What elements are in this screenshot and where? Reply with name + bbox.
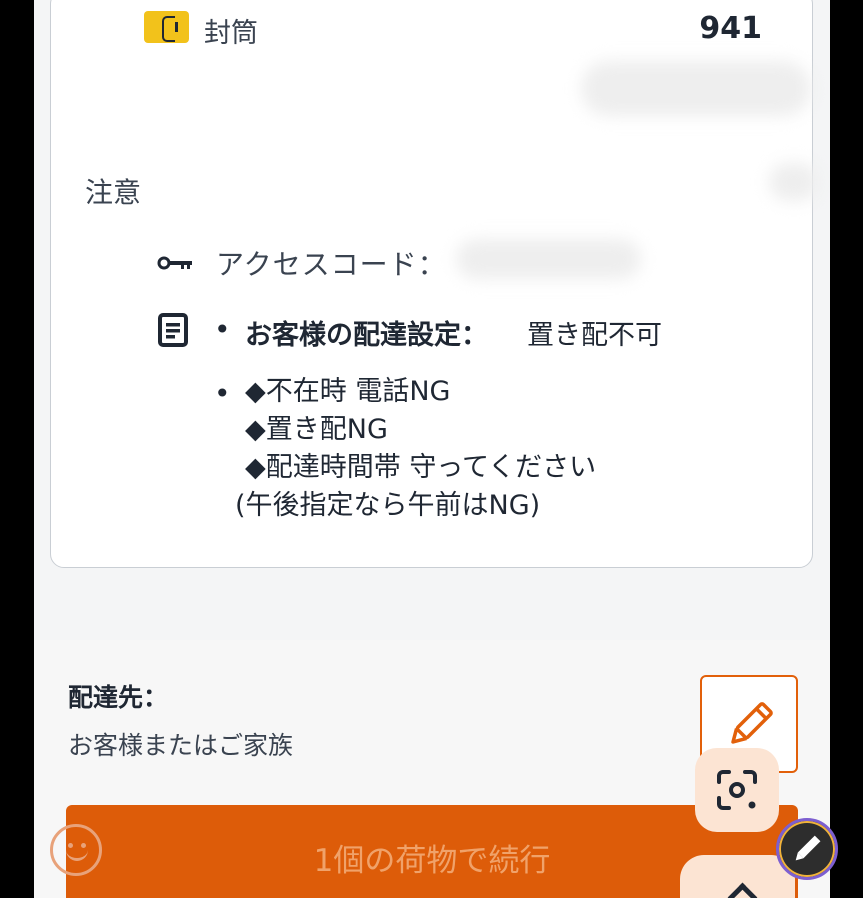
customer-note-line: (午後指定なら午前はNG) — [235, 490, 541, 521]
envelope-icon — [144, 11, 189, 43]
customer-note-line: ◆不在時 電話NG — [245, 376, 451, 407]
edit-overlay-button[interactable] — [776, 818, 838, 880]
customer-note-line: ◆置き配NG — [245, 414, 388, 445]
redacted-access-code — [456, 239, 641, 279]
smiley-mouth — [66, 849, 88, 861]
smiley-eye — [68, 843, 73, 848]
delivery-pref-value: 置き配不可 — [527, 320, 662, 351]
pencil-icon — [731, 702, 773, 744]
redacted-smudge — [581, 61, 811, 116]
destination-label: 配達先： — [68, 683, 169, 712]
destination-value: お客様またはご家族 — [68, 731, 294, 760]
pencil-icon — [795, 835, 821, 861]
delivery-pref-label: お客様の配達設定： — [245, 320, 488, 351]
redacted-smudge — [769, 163, 819, 201]
smiley-eye — [81, 843, 86, 848]
note-icon — [158, 313, 188, 347]
package-count: 941 — [699, 11, 762, 46]
customer-notes: ◆不在時 電話NG ◆置き配NG ◆配達時間帯 守ってください (午後指定なら午… — [235, 373, 597, 525]
key-icon — [157, 256, 192, 270]
bullet: • — [214, 377, 231, 410]
smiley-icon[interactable] — [50, 824, 102, 876]
package-type-label: 封筒 — [204, 18, 258, 49]
bullet: • — [214, 313, 231, 346]
package-detail-card: 封筒 941 注意 アクセスコード： • お客様の配達設定： 置き配不可 • ◆… — [50, 0, 819, 568]
camera-search-icon — [717, 770, 757, 810]
screen-search-button[interactable] — [695, 748, 779, 832]
notes-title: 注意 — [85, 176, 142, 209]
customer-note-line: ◆配達時間帯 守ってください — [245, 452, 597, 483]
access-code-label: アクセスコード： — [216, 248, 447, 281]
